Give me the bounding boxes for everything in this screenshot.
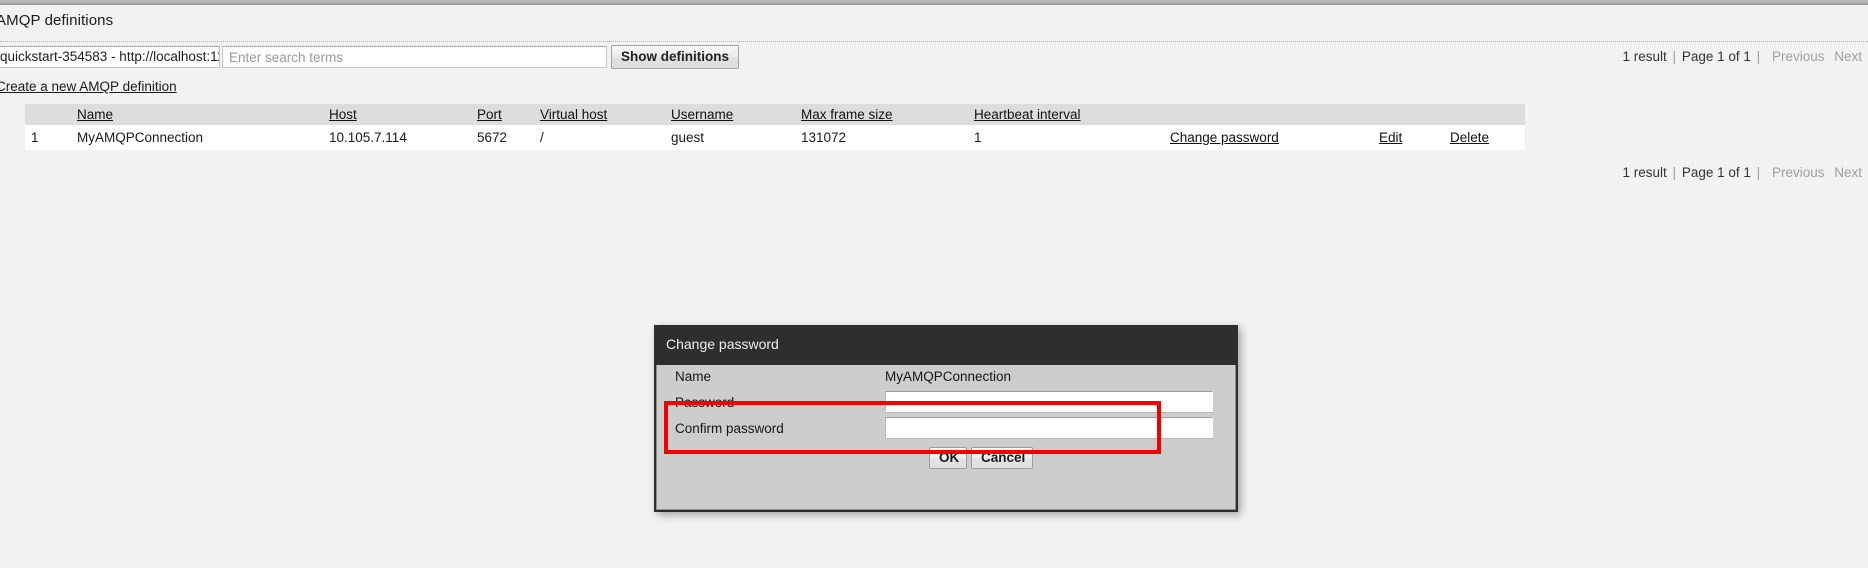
page-of-bottom: Page 1 of 1 — [1681, 165, 1751, 180]
cell-host: 10.105.7.114 — [329, 130, 407, 145]
password-input[interactable] — [885, 391, 1213, 412]
dialog-body: Name MyAMQPConnection Password Confirm p… — [656, 365, 1236, 510]
cell-edit: Edit — [1379, 125, 1450, 150]
cell-delete: Delete — [1450, 125, 1525, 150]
column-heartbeat-interval-label[interactable]: Heartbeat interval — [974, 107, 1081, 122]
column-host-label[interactable]: Host — [329, 107, 357, 122]
column-delete — [1450, 104, 1525, 125]
column-host: Host — [329, 104, 477, 125]
previous-link-bottom[interactable]: Previous — [1772, 165, 1825, 180]
dialog-name-value: MyAMQPConnection — [885, 369, 1012, 384]
window-top-strip-inner — [0, 0, 1868, 3]
table-row[interactable]: 1 MyAMQPConnection 10.105.7.114 5672 / g… — [25, 125, 1525, 150]
pagination-bottom: 1 result | Page 1 of 1 | Previous Next — [1623, 165, 1863, 180]
column-virtual-host-label[interactable]: Virtual host — [540, 107, 607, 122]
column-change-password — [1170, 104, 1379, 125]
column-max-frame-size: Max frame size — [801, 104, 974, 125]
pagination-top: 1 result | Page 1 of 1 | Previous Next — [1623, 49, 1863, 64]
dialog-name-row: Name MyAMQPConnection — [657, 365, 1237, 391]
column-index — [25, 104, 77, 125]
confirm-password-input[interactable] — [885, 417, 1213, 438]
edit-link[interactable]: Edit — [1379, 130, 1402, 145]
table-header: Name Host Port Virtual host Username Max… — [25, 104, 1525, 125]
server-select[interactable]: quickstart-354583 - http://localhost:112… — [0, 46, 220, 68]
column-edit — [1379, 104, 1450, 125]
app-page: AMQP definitions quickstart-354583 - htt… — [0, 0, 1868, 568]
column-virtual-host: Virtual host — [540, 104, 671, 125]
result-count-bottom: 1 result — [1622, 165, 1667, 180]
dialog-confirm-password-label: Confirm password — [675, 421, 784, 436]
next-link-top[interactable]: Next — [1834, 49, 1862, 64]
cell-virtual-host: / — [540, 130, 544, 145]
amqp-definitions-table: Name Host Port Virtual host Username Max… — [25, 104, 1525, 150]
search-input[interactable] — [222, 46, 607, 68]
cancel-button[interactable]: Cancel — [971, 447, 1033, 469]
window-top-strip — [0, 0, 1868, 5]
next-link-bottom[interactable]: Next — [1834, 165, 1862, 180]
column-name-label[interactable]: Name — [77, 107, 113, 122]
cell-max-frame-size: 131072 — [801, 130, 847, 145]
cell-username: guest — [671, 130, 705, 145]
cell-name: MyAMQPConnection — [77, 130, 204, 145]
table-body: 1 MyAMQPConnection 10.105.7.114 5672 / g… — [25, 125, 1525, 150]
dialog-button-bar: OK Cancel — [657, 447, 1237, 473]
dialog-password-row: Password — [657, 390, 1237, 416]
column-username-label[interactable]: Username — [671, 107, 733, 122]
dialog-title: Change password — [666, 336, 779, 352]
toolbar: quickstart-354583 - http://localhost:112… — [0, 45, 1868, 76]
dialog-name-label: Name — [675, 369, 712, 384]
change-password-dialog: Change password Name MyAMQPConnection Pa… — [654, 325, 1238, 512]
pager-separator-2-bottom: | — [1756, 165, 1761, 180]
ok-button[interactable]: OK — [929, 447, 967, 469]
column-port: Port — [477, 104, 540, 125]
cell-heartbeat-interval: 1 — [974, 130, 982, 145]
previous-link-top[interactable]: Previous — [1772, 49, 1825, 64]
pager-separator-1-bottom: | — [1672, 165, 1677, 180]
cell-change-password: Change password — [1170, 125, 1379, 150]
change-password-link[interactable]: Change password — [1170, 130, 1279, 145]
column-max-frame-size-label[interactable]: Max frame size — [801, 107, 893, 122]
show-definitions-button[interactable]: Show definitions — [611, 45, 739, 69]
column-name: Name — [77, 104, 329, 125]
title-divider — [0, 41, 1868, 42]
delete-link[interactable]: Delete — [1450, 130, 1489, 145]
dialog-confirm-password-row: Confirm password — [657, 416, 1237, 442]
page-of-top: Page 1 of 1 — [1681, 49, 1751, 64]
pager-separator-1-top: | — [1672, 49, 1677, 64]
table-header-row: Name Host Port Virtual host Username Max… — [25, 104, 1525, 125]
result-count-top: 1 result — [1622, 49, 1667, 64]
dialog-password-label: Password — [675, 395, 735, 410]
column-port-label[interactable]: Port — [477, 107, 502, 122]
pager-separator-2-top: | — [1756, 49, 1761, 64]
page-title: AMQP definitions — [0, 12, 114, 29]
column-heartbeat-interval: Heartbeat interval — [974, 104, 1170, 125]
create-amqp-definition-link[interactable]: Create a new AMQP definition — [0, 79, 177, 94]
column-username: Username — [671, 104, 801, 125]
cell-port: 5672 — [477, 130, 508, 145]
cell-index: 1 — [31, 130, 39, 145]
